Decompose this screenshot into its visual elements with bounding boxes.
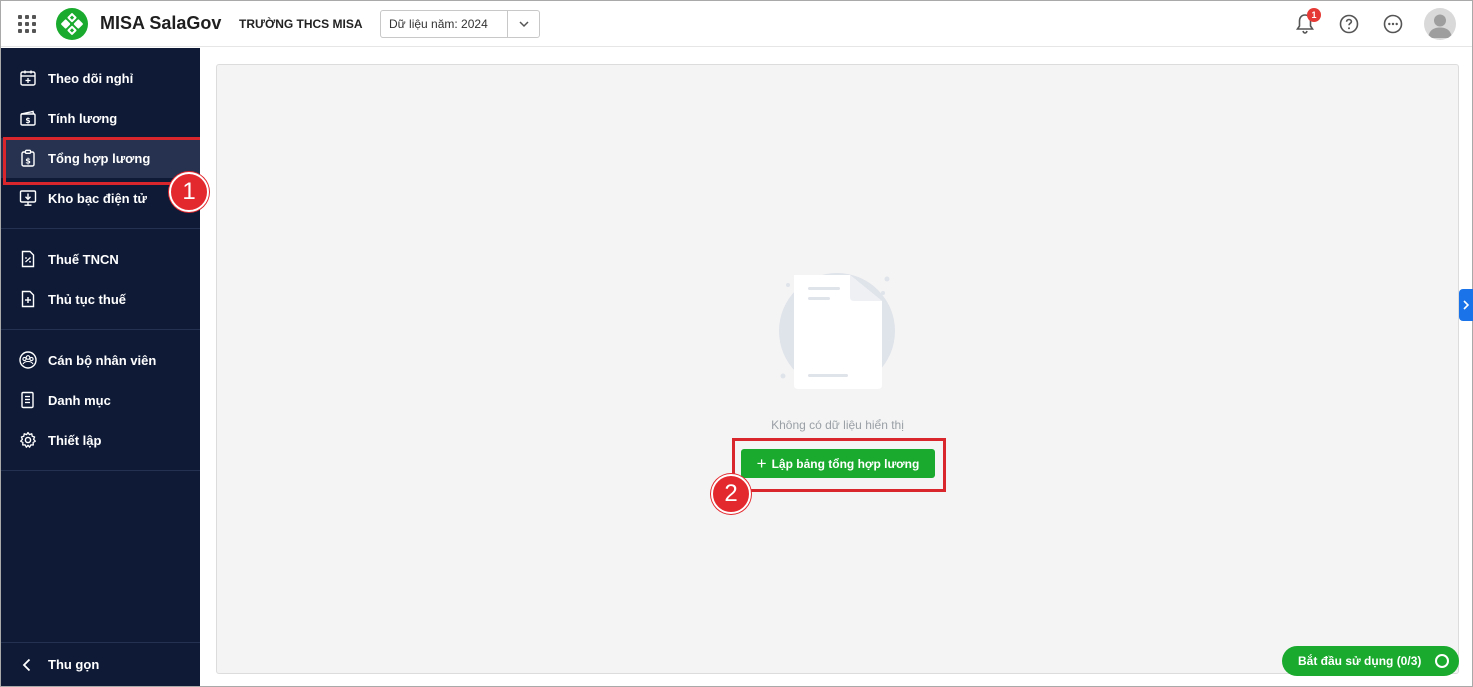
sidebar-item-danh-muc[interactable]: Danh mục xyxy=(1,380,200,420)
nav-group-tax: Thuế TNCN Thủ tục thuế xyxy=(1,229,200,330)
top-header: MISA SalaGov TRƯỜNG THCS MISA Dữ liệu nă… xyxy=(1,1,1472,47)
monitor-download-icon xyxy=(19,190,37,206)
sidebar-item-label: Cán bộ nhân viên xyxy=(48,352,157,368)
plus-icon: + xyxy=(756,454,767,473)
create-salary-summary-button[interactable]: + Lập bảng tổng hợp lương xyxy=(741,449,935,478)
gear-icon xyxy=(20,431,36,448)
sidebar-item-label: Thủ tục thuế xyxy=(48,291,126,307)
sidebar-item-label: Tổng hợp lương xyxy=(48,150,151,166)
clipboard-dollar-icon: $ xyxy=(21,149,35,167)
help-icon[interactable] xyxy=(1337,12,1361,36)
list-doc-icon xyxy=(21,391,34,409)
sidebar-item-thiet-lap[interactable]: Thiết lập xyxy=(1,420,200,460)
main-content: Không có dữ liệu hiển thị + Lập bảng tổn… xyxy=(200,48,1472,686)
misa-logo[interactable] xyxy=(55,7,89,41)
empty-state-panel: Không có dữ liệu hiển thị + Lập bảng tổn… xyxy=(216,64,1459,674)
sidebar-item-tinh-luong[interactable]: $ Tính lương xyxy=(1,98,200,138)
start-using-button[interactable]: Bắt đầu sử dụng (0/3) xyxy=(1282,646,1459,676)
empty-state-text: Không có dữ liệu hiển thị xyxy=(771,418,904,432)
sidebar-item-label: Kho bạc điện tử xyxy=(48,190,147,206)
sidebar-item-can-bo-nhan-vien[interactable]: Cán bộ nhân viên xyxy=(1,340,200,380)
percent-doc-icon xyxy=(21,250,35,268)
sidebar-item-label: Thiết lập xyxy=(48,432,102,448)
chevron-left-icon xyxy=(22,658,31,671)
step-callout-2: 2 xyxy=(711,474,751,514)
nav-group-salary: Theo dõi nghỉ $ Tính lương $ Tổng hợp lư… xyxy=(1,48,207,229)
collapse-label: Thu gọn xyxy=(48,657,100,672)
school-name: TRƯỜNG THCS MISA xyxy=(239,17,363,31)
sidebar-item-label: Theo dõi nghỉ xyxy=(48,70,134,86)
doc-plus-icon xyxy=(21,290,35,308)
svg-text:$: $ xyxy=(25,116,30,125)
apps-grid-icon[interactable] xyxy=(17,14,37,34)
sidebar-item-thue-tncn[interactable]: Thuế TNCN xyxy=(1,239,200,279)
notification-badge: 1 xyxy=(1307,8,1321,22)
chevron-right-icon xyxy=(1463,300,1470,310)
avatar[interactable] xyxy=(1424,8,1456,40)
create-button-label: Lập bảng tổng hợp lương xyxy=(771,456,920,471)
app-name: MISA SalaGov xyxy=(100,13,222,33)
start-button-label: Bắt đầu sử dụng (0/3) xyxy=(1298,654,1422,668)
calendar-icon xyxy=(20,70,36,86)
nav-group-settings: Cán bộ nhân viên Danh mục Thiết lập xyxy=(1,330,200,471)
sidebar-item-tong-hop-luong[interactable]: $ Tổng hợp lương xyxy=(1,137,207,185)
more-icon[interactable] xyxy=(1381,12,1405,36)
sidebar-item-theo-doi-nghi[interactable]: Theo dõi nghỉ xyxy=(1,58,200,98)
staff-icon xyxy=(19,351,37,369)
step-callout-1: 1 xyxy=(169,172,209,212)
chevron-down-icon[interactable] xyxy=(507,11,539,37)
wallet-icon: $ xyxy=(20,110,36,126)
progress-ring-icon xyxy=(1435,654,1449,668)
sidebar: Theo dõi nghỉ $ Tính lương $ Tổng hợp lư… xyxy=(1,48,207,686)
sidebar-item-label: Danh mục xyxy=(48,392,111,408)
year-select[interactable]: Dữ liệu năm: 2024 xyxy=(380,10,540,38)
collapse-sidebar-button[interactable]: Thu gọn xyxy=(1,642,200,686)
sidebar-item-label: Thuế TNCN xyxy=(48,251,119,267)
svg-text:$: $ xyxy=(25,156,31,165)
sidebar-item-thu-tuc-thue[interactable]: Thủ tục thuế xyxy=(1,279,200,319)
right-panel-toggle[interactable] xyxy=(1459,289,1473,321)
empty-document-icon xyxy=(779,273,895,389)
year-select-value: Dữ liệu năm: 2024 xyxy=(389,17,488,31)
sidebar-item-label: Tính lương xyxy=(48,110,118,126)
